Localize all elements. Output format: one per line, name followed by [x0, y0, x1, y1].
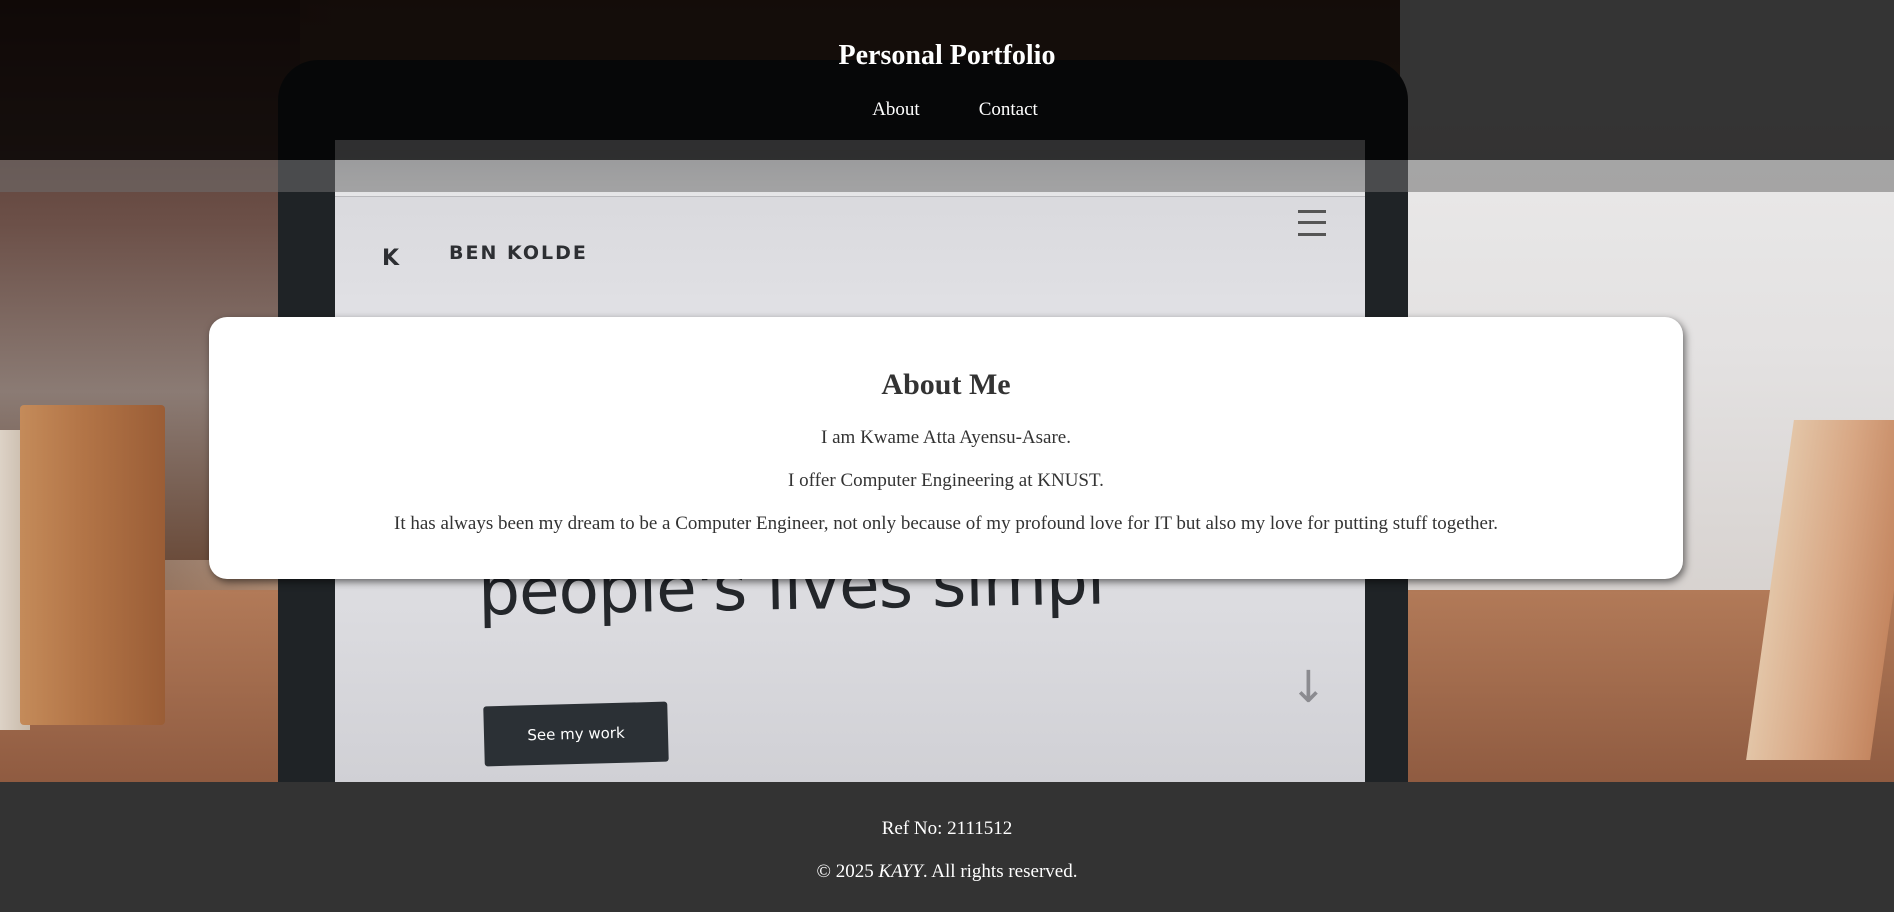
header-translucent-strip [0, 160, 1894, 192]
nav-link-about[interactable]: About [872, 97, 920, 123]
footer-copyright: © 2025 KAYY. All rights reserved. [0, 860, 1894, 884]
screen-arrow-down-icon: ↓ [1290, 662, 1327, 713]
screen-logo: K [382, 246, 400, 271]
screen-menu-icon [1298, 210, 1326, 236]
site-title: Personal Portfolio [838, 40, 1056, 71]
site-footer: Ref No: 2111512 © 2025 KAYY. All rights … [0, 782, 1894, 912]
screen-button: See my work [483, 701, 669, 767]
about-card: About Me I am Kwame Atta Ayensu-Asare. I… [209, 317, 1683, 579]
site-header: Personal Portfolio About Contact [0, 0, 1894, 160]
about-paragraph-dream: It has always been my dream to be a Comp… [394, 513, 1498, 534]
screen-brand-text: BEN KOLDE [449, 242, 588, 264]
nav-link-contact[interactable]: Contact [979, 97, 1038, 123]
footer-ref-number: Ref No: 2111512 [881, 818, 1013, 839]
page: K BEN KOLDE people's lives simpl See my … [0, 0, 1894, 912]
main-nav: About Contact [0, 97, 1894, 123]
copyright-prefix: © 2025 [816, 861, 879, 882]
copyright-suffix: . All rights reserved. [922, 861, 1078, 882]
about-paragraph-name: I am Kwame Atta Ayensu-Asare. [821, 427, 1071, 448]
about-paragraph-program: I offer Computer Engineering at KNUST. [788, 470, 1104, 491]
about-heading: About Me [881, 368, 1011, 401]
copyright-name: KAYY [878, 861, 923, 882]
background-block-left [20, 405, 165, 725]
